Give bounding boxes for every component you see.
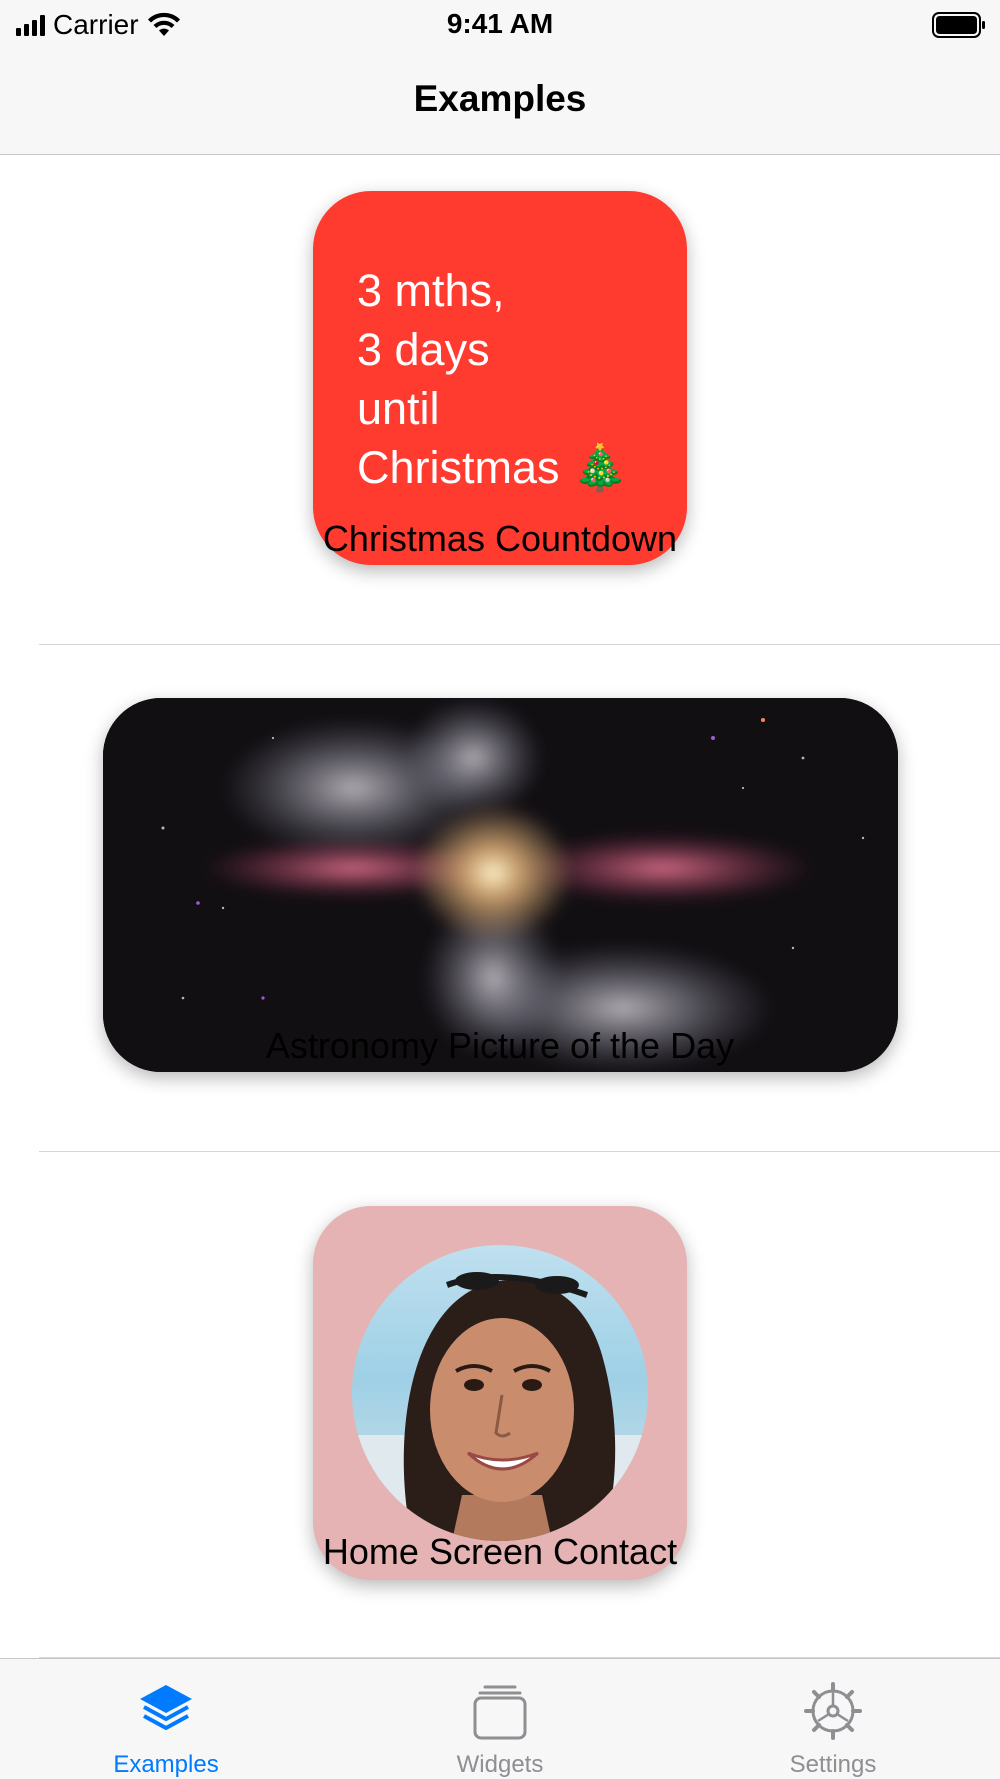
widgets-stack-icon xyxy=(473,1685,527,1740)
status-time: 9:41 AM xyxy=(446,8,554,39)
astronomy-picture-caption: Astronomy Picture of the Day xyxy=(265,1025,735,1066)
contact-portrait-image xyxy=(352,1272,648,1541)
tab-bar: Examples Widgets Settings xyxy=(0,1658,1000,1779)
tab-settings[interactable]: Settings xyxy=(733,1659,933,1779)
row-separator xyxy=(39,644,1000,645)
layers-icon xyxy=(140,1685,192,1730)
christmas-countdown-caption: Christmas Countdown xyxy=(322,518,678,559)
astronomy-picture-widget[interactable] xyxy=(103,698,898,1072)
home-screen-contact-caption: Home Screen Contact xyxy=(322,1531,678,1572)
navigation-bar: Examples xyxy=(0,52,1000,155)
gear-icon xyxy=(804,1682,862,1740)
christmas-countdown-widget[interactable]: 3 mths, 3 days until Christmas 🎄 xyxy=(313,191,687,565)
tab-settings-label: Settings xyxy=(789,1751,877,1778)
battery-icon xyxy=(932,12,985,38)
tab-examples-label: Examples xyxy=(113,1751,219,1778)
nebula-image xyxy=(103,698,898,1072)
tab-examples[interactable]: Examples xyxy=(66,1659,266,1779)
tab-widgets-label: Widgets xyxy=(456,1751,544,1778)
row-separator xyxy=(39,1151,1000,1152)
home-screen-contact-widget[interactable] xyxy=(313,1206,687,1580)
page-title: Examples xyxy=(413,78,587,119)
status-bar: Carrier 9:41 AM xyxy=(0,0,1000,52)
tab-widgets[interactable]: Widgets xyxy=(400,1659,600,1779)
examples-list[interactable]: 3 mths, 3 days until Christmas 🎄 Christm… xyxy=(0,155,1000,1658)
countdown-text: 3 mths, 3 days until Christmas 🎄 xyxy=(357,265,629,493)
contact-photo xyxy=(352,1245,648,1541)
